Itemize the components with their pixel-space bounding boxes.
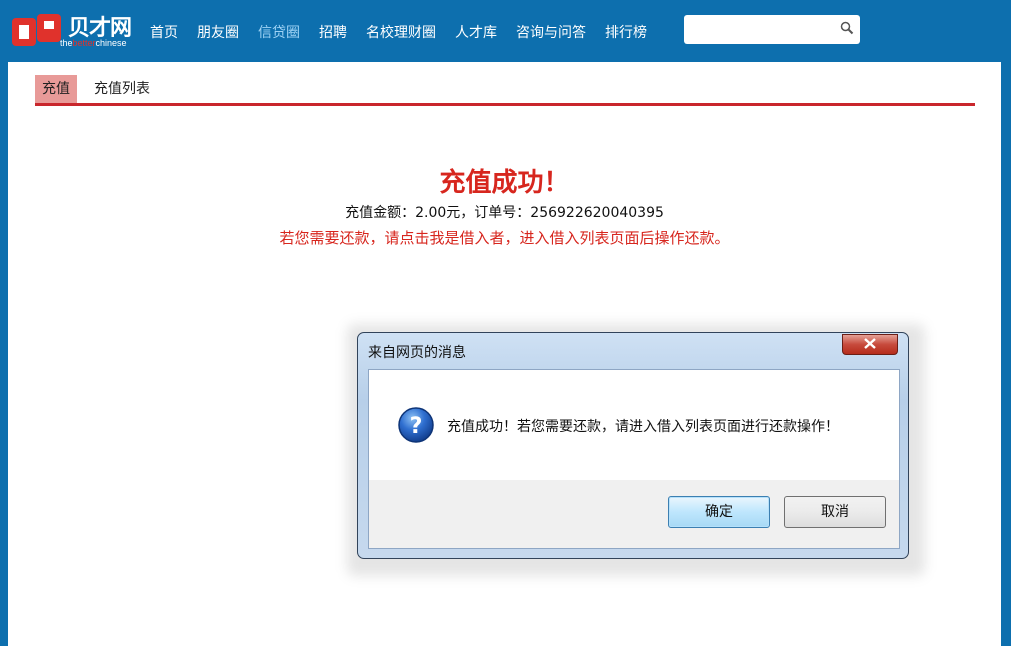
nav-credit[interactable]: 信贷圈 bbox=[258, 22, 300, 42]
logo-tagline-better: better bbox=[72, 38, 96, 48]
top-navigation-bar: 贝才网 thebetterchinese 首页 朋友圈 信贷圈 招聘 名校理财圈… bbox=[0, 0, 1011, 60]
question-icon: ? bbox=[398, 407, 434, 443]
nav-talent[interactable]: 人才库 bbox=[455, 22, 497, 42]
dialog-message: 充值成功！若您需要还款，请进入借入列表页面进行还款操作！ bbox=[447, 419, 839, 435]
logo-tagline-chinese: chinese bbox=[95, 38, 127, 48]
close-icon bbox=[864, 338, 876, 349]
dialog-title: 来自网页的消息 bbox=[368, 345, 466, 361]
repayment-hint: 若您需要还款，请点击我是借入者，进入借入列表页面后操作还款。 bbox=[279, 229, 730, 247]
logo-tagline: thebetterchinese bbox=[60, 38, 127, 48]
site-logo[interactable]: 贝才网 thebetterchinese bbox=[12, 10, 140, 50]
recharge-info: 充值金额：2.00元，订单号：256922620040395 bbox=[345, 205, 664, 221]
dialog-message-area: ? 充值成功！若您需要还款，请进入借入列表页面进行还款操作！ bbox=[369, 370, 899, 480]
logo-tagline-the: the bbox=[60, 38, 73, 48]
ok-button[interactable]: 确定 bbox=[668, 496, 770, 528]
nav-jobs[interactable]: 招聘 bbox=[319, 22, 347, 42]
svg-text:?: ? bbox=[410, 414, 423, 439]
nav-finance[interactable]: 名校理财圈 bbox=[366, 22, 436, 42]
alert-dialog: 来自网页的消息 ? 充值成功！若您需要还款，请进入借入列表页面进行还款操作！ 确… bbox=[357, 332, 909, 559]
success-title: 充值成功！ bbox=[439, 168, 570, 198]
search-input[interactable] bbox=[690, 15, 840, 44]
main-nav: 首页 朋友圈 信贷圈 招聘 名校理财圈 人才库 咨询与问答 排行榜 bbox=[150, 22, 666, 42]
dialog-close-button[interactable] bbox=[842, 334, 898, 355]
search-box bbox=[684, 15, 860, 44]
logo-mark-icon bbox=[12, 14, 61, 46]
dialog-button-area: 确定 取消 bbox=[369, 480, 899, 548]
nav-qa[interactable]: 咨询与问答 bbox=[516, 22, 586, 42]
search-icon[interactable] bbox=[840, 21, 854, 35]
nav-home[interactable]: 首页 bbox=[150, 22, 178, 42]
nav-ranking[interactable]: 排行榜 bbox=[605, 22, 647, 42]
tab-recharge-list[interactable]: 充值列表 bbox=[87, 75, 157, 103]
dialog-body: ? 充值成功！若您需要还款，请进入借入列表页面进行还款操作！ 确定 取消 bbox=[368, 369, 900, 549]
tab-recharge[interactable]: 充值 bbox=[35, 75, 77, 103]
cancel-button[interactable]: 取消 bbox=[784, 496, 886, 528]
tab-bar: 充值 充值列表 bbox=[35, 75, 975, 106]
nav-friends[interactable]: 朋友圈 bbox=[197, 22, 239, 42]
